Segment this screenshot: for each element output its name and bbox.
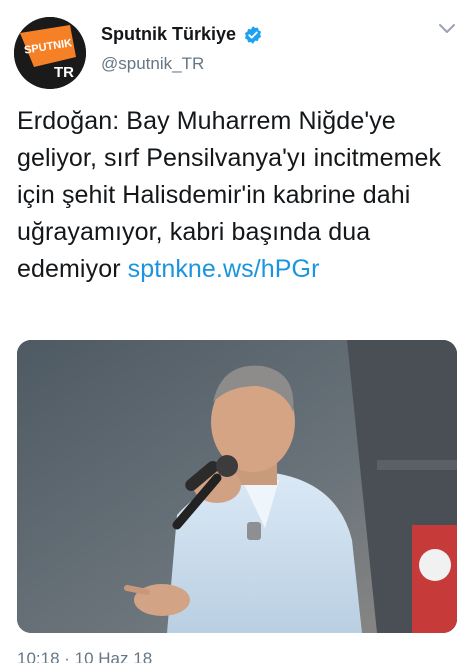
speaker-photo [17, 340, 457, 633]
tweet-photo[interactable] [17, 340, 457, 633]
tweet-header: SPUTNIK TR Sputnik Türkiye @sputnik_TR [0, 0, 472, 90]
sputnik-logo-icon: SPUTNIK TR [14, 17, 86, 89]
account-names: Sputnik Türkiye @sputnik_TR [101, 24, 263, 74]
tweet-text: Erdoğan: Bay Muharrem Niğde'ye geliyor, … [17, 103, 457, 288]
display-name[interactable]: Sputnik Türkiye [101, 24, 236, 45]
avatar[interactable]: SPUTNIK TR [14, 17, 86, 89]
avatar-sub-text: TR [54, 64, 74, 81]
account-handle[interactable]: @sputnik_TR [101, 54, 263, 74]
verified-badge-icon [244, 25, 262, 44]
tweet-link[interactable]: sptnkne.ws/hPGr [128, 255, 320, 283]
tweet-timestamp[interactable]: 10:18 · 10 Haz 18 [17, 649, 152, 663]
chevron-down-icon[interactable] [438, 22, 456, 36]
